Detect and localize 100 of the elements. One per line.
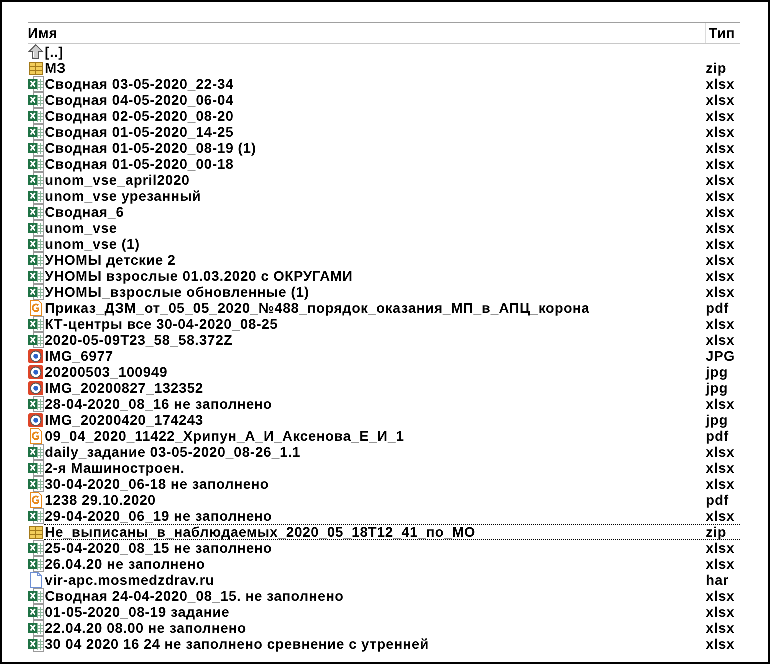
- file-type: xlsx: [706, 237, 735, 251]
- file-row[interactable]: Сводная_6 xlsx: [44, 204, 740, 220]
- spreadsheet-icon: [28, 220, 44, 236]
- file-name: УНОМЫ_взрослые обновленные (1): [44, 285, 310, 299]
- file-name: УНОМЫ детские 2: [44, 253, 177, 267]
- spreadsheet-icon: [28, 588, 44, 604]
- file-row[interactable]: Сводная 24-04-2020_08_15. не заполнено xlsx: [44, 588, 740, 604]
- file-row[interactable]: Сводная 01-05-2020_14-25 xlsx: [44, 124, 740, 140]
- spreadsheet-icon: [28, 140, 44, 156]
- file-name: 2020-05-09T23_58_58.372Z: [44, 333, 234, 347]
- file-row[interactable]: Сводная 02-05-2020_08-20 xlsx: [44, 108, 740, 124]
- file-type: xlsx: [706, 333, 735, 347]
- file-row[interactable]: daily_задание 03-05-2020_08-26_1.1 xlsx: [44, 444, 740, 460]
- file-row[interactable]: Сводная 03-05-2020_22-34 xlsx: [44, 76, 740, 92]
- spreadsheet-icon: [28, 396, 44, 412]
- file-type: pdf: [706, 301, 729, 315]
- file-row[interactable]: 2-я Машиностроен. xlsx: [44, 460, 740, 476]
- file-name: 30 04 2020 16 24 не заполнено сревнение с утренней: [44, 637, 430, 651]
- file-row[interactable]: 09_04_2020_11422_Хрипун_А_И_Аксенова_Е_И_1 pdf: [44, 428, 740, 444]
- file-row[interactable]: УНОМЫ_взрослые обновленные (1) xlsx: [44, 284, 740, 300]
- file-row[interactable]: 01-05-2020_08-19 задание xlsx: [44, 604, 740, 620]
- file-row[interactable]: 28-04-2020_08_16 не заполнено xlsx: [44, 396, 740, 412]
- spreadsheet-icon: [28, 316, 44, 332]
- file-row[interactable]: unom_vse урезанный xlsx: [44, 188, 740, 204]
- file-name: 1238 29.10.2020: [44, 493, 158, 507]
- spreadsheet-icon: [28, 636, 44, 652]
- spreadsheet-icon: [28, 188, 44, 204]
- file-type: xlsx: [706, 621, 735, 635]
- spreadsheet-icon: [28, 252, 44, 268]
- file-row[interactable]: Сводная 01-05-2020_08-19 (1) xlsx: [44, 140, 740, 156]
- file-row[interactable]: 30-04-2020_06-18 не заполнено xlsx: [44, 476, 740, 492]
- file-row[interactable]: vir-apc.mosmedzdrav.ru har: [44, 572, 740, 588]
- spreadsheet-icon: [28, 604, 44, 620]
- file-type: xlsx: [706, 125, 735, 139]
- file-type: jpg: [706, 365, 728, 379]
- file-row[interactable]: КТ-центры все 30-04-2020_08-25 xlsx: [44, 316, 740, 332]
- file-row[interactable]: unom_vse_april2020 xlsx: [44, 172, 740, 188]
- file-row[interactable]: МЗ zip: [44, 60, 740, 76]
- file-name: 22.04.20 08.00 не заполнено: [44, 621, 248, 635]
- file-name: Сводная_6: [44, 205, 126, 219]
- file-row[interactable]: IMG_20200420_174243 jpg: [44, 412, 740, 428]
- file-name: IMG_20200827_132352: [44, 381, 205, 395]
- file-row[interactable]: 22.04.20 08.00 не заполнено xlsx: [44, 620, 740, 636]
- file-type: jpg: [706, 381, 728, 395]
- swirl-document-icon: [28, 492, 44, 508]
- file-type: xlsx: [706, 317, 735, 331]
- spreadsheet-icon: [28, 556, 44, 572]
- file-type: xlsx: [706, 605, 735, 619]
- spreadsheet-icon: [28, 156, 44, 172]
- file-row[interactable]: Сводная 01-05-2020_00-18 xlsx: [44, 156, 740, 172]
- column-header[interactable]: Имя: [28, 23, 706, 43]
- archive-icon: [28, 524, 44, 540]
- file-name: Сводная 02-05-2020_08-20: [44, 109, 235, 123]
- file-type: xlsx: [706, 285, 735, 299]
- file-name: unom_vse: [44, 221, 118, 235]
- file-row[interactable]: 30 04 2020 16 24 не заполнено сревнение с утренней xlsx: [44, 636, 740, 652]
- file-name: [..]: [44, 45, 65, 59]
- spreadsheet-icon: [28, 476, 44, 492]
- eye-icon: [28, 364, 44, 380]
- file-name: Сводная 03-05-2020_22-34: [44, 77, 235, 91]
- file-type: xlsx: [706, 189, 735, 203]
- file-name: 25-04-2020_08_15 не заполнено: [44, 541, 274, 555]
- file-row[interactable]: [..]: [44, 44, 740, 60]
- file-name: Сводная 01-05-2020_00-18: [44, 157, 235, 171]
- file-row[interactable]: Сводная 04-05-2020_06-04 xlsx: [44, 92, 740, 108]
- file-row[interactable]: 20200503_100949 jpg: [44, 364, 740, 380]
- spreadsheet-icon: [28, 284, 44, 300]
- file-type: jpg: [706, 413, 728, 427]
- file-row[interactable]: Не_выписаны_в_наблюдаемых_2020_05_18T12_41_по_МО zip: [44, 524, 740, 540]
- file-type: xlsx: [706, 77, 735, 91]
- file-name: 29-04-2020_06_19 не заполнено: [44, 509, 274, 523]
- spreadsheet-icon: [28, 268, 44, 284]
- file-type: xlsx: [706, 637, 735, 651]
- spreadsheet-icon: [28, 444, 44, 460]
- file-type: har: [706, 573, 729, 587]
- eye-icon: [28, 412, 44, 428]
- spreadsheet-icon: [28, 124, 44, 140]
- file-row[interactable]: 26.04.20 не заполнено xlsx: [44, 556, 740, 572]
- file-row[interactable]: УНОМЫ взрослые 01.03.2020 с ОКРУГАМИ xlsx: [44, 268, 740, 284]
- blank-file-icon: [28, 572, 44, 588]
- spreadsheet-icon: [28, 172, 44, 188]
- file-row[interactable]: IMG_6977 JPG: [44, 348, 740, 364]
- file-name: 20200503_100949: [44, 365, 169, 379]
- file-type: xlsx: [706, 173, 735, 187]
- spreadsheet-icon: [28, 92, 44, 108]
- file-row[interactable]: 29-04-2020_06_19 не заполнено xlsx: [44, 508, 740, 524]
- file-row[interactable]: unom_vse xlsx: [44, 220, 740, 236]
- file-row[interactable]: unom_vse (1) xlsx: [44, 236, 740, 252]
- file-row[interactable]: 1238 29.10.2020 pdf: [44, 492, 740, 508]
- file-type: xlsx: [706, 221, 735, 235]
- file-row[interactable]: IMG_20200827_132352 jpg: [44, 380, 740, 396]
- file-row[interactable]: 25-04-2020_08_15 не заполнено xlsx: [44, 540, 740, 556]
- file-row[interactable]: 2020-05-09T23_58_58.372Z xlsx: [44, 332, 740, 348]
- file-type: xlsx: [706, 541, 735, 555]
- file-row[interactable]: УНОМЫ детские 2 xlsx: [44, 252, 740, 268]
- file-row[interactable]: Приказ_ДЗМ_от_05_05_2020_№488_порядок_оказания_МП_в_АПЦ_корона pdf: [44, 300, 740, 316]
- spreadsheet-icon: [28, 236, 44, 252]
- column-header[interactable]: Тип: [706, 23, 736, 43]
- file-type: xlsx: [706, 141, 735, 155]
- spreadsheet-icon: [28, 620, 44, 636]
